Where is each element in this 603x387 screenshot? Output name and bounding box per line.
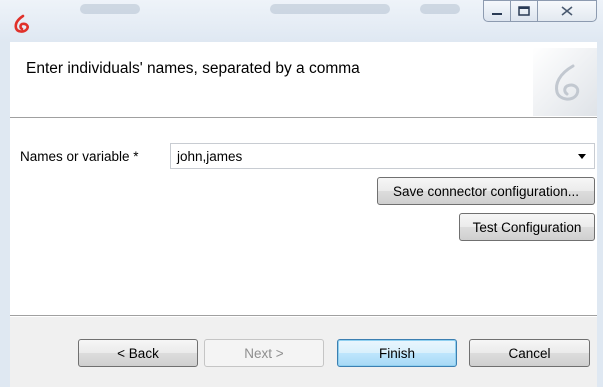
titlebar-blur	[270, 4, 390, 14]
minimize-button[interactable]	[483, 0, 511, 22]
minimize-icon	[492, 13, 502, 15]
maximize-icon	[518, 6, 530, 16]
names-combobox[interactable]: john,james	[170, 143, 595, 169]
back-button[interactable]: < Back	[78, 339, 198, 367]
close-button[interactable]	[537, 0, 597, 22]
wizard-header: Enter individuals' names, separated by a…	[10, 42, 597, 118]
wizard-instruction: Enter individuals' names, separated by a…	[26, 60, 360, 77]
titlebar-blur	[420, 4, 460, 14]
window-titlebar[interactable]	[0, 0, 603, 42]
save-connector-configuration-button[interactable]: Save connector configuration...	[377, 177, 595, 205]
finish-button[interactable]: Finish	[337, 339, 457, 367]
wizard-footer: < Back Next > Finish Cancel	[10, 317, 597, 387]
next-button[interactable]: Next >	[204, 339, 324, 367]
wizard-content: Names or variable * john,james Save conn…	[10, 119, 597, 315]
names-label: Names or variable *	[20, 149, 139, 164]
cancel-button[interactable]: Cancel	[469, 339, 590, 367]
test-configuration-button[interactable]: Test Configuration	[459, 213, 595, 241]
app-icon[interactable]	[12, 14, 32, 34]
chevron-down-icon[interactable]	[578, 154, 586, 159]
maximize-button[interactable]	[510, 0, 538, 22]
names-value[interactable]: john,james	[177, 149, 242, 164]
window-frame-right	[597, 42, 603, 387]
bonita-logo-watermark	[533, 48, 597, 116]
close-icon	[561, 6, 573, 16]
titlebar-blur	[80, 4, 140, 14]
window-frame-left	[0, 42, 10, 387]
